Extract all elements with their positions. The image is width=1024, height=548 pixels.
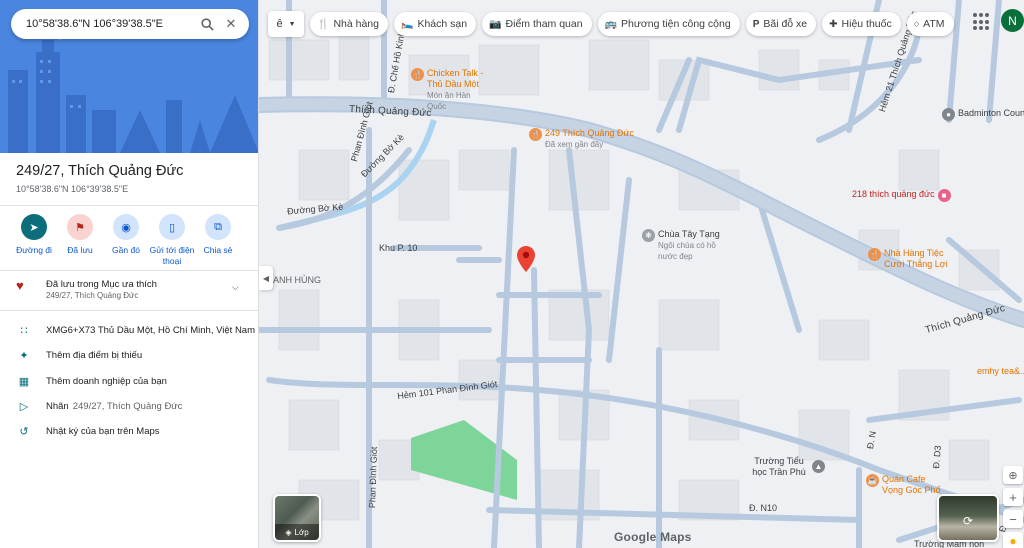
share-icon: ⧉ bbox=[205, 214, 231, 240]
add-business-row[interactable]: ▦ Thêm doanh nghiệp của bạn bbox=[0, 370, 258, 392]
divider bbox=[0, 270, 258, 271]
temple-icon: ❋ bbox=[642, 229, 655, 242]
saved-list-row[interactable]: ♥ Đã lưu trong Mục ưa thích 249/27, Thíc… bbox=[0, 276, 258, 304]
chevron-left-icon: ◀ bbox=[262, 273, 270, 283]
chip-attractions[interactable]: 📷 Điểm tham quan bbox=[482, 12, 592, 36]
zoom-out-button[interactable]: − bbox=[1003, 510, 1023, 528]
google-apps-icon[interactable] bbox=[973, 13, 991, 31]
directions-icon: ➤ bbox=[21, 214, 47, 240]
label-row[interactable]: ▷ Nhãn 249/27, Thích Quảng Đức bbox=[0, 395, 258, 417]
collapse-panel-button[interactable]: ◀ bbox=[259, 266, 273, 290]
search-input[interactable] bbox=[26, 18, 195, 30]
place-panel: ✕ 249/27, Thích Quảng Đức 10°58'38.6"N 1… bbox=[0, 0, 259, 548]
label-icon: ▷ bbox=[19, 400, 29, 413]
bookmark-icon: ⚑ bbox=[67, 214, 93, 240]
restaurant-icon: 🍴 bbox=[868, 248, 881, 261]
restaurant-icon: 🍴 bbox=[529, 128, 542, 141]
avatar[interactable]: N bbox=[1001, 9, 1024, 32]
add-missing-place-row[interactable]: ✦ Thêm địa điểm bị thiếu bbox=[0, 344, 258, 366]
category-chip-bar: ê ▼ 🍴 Nhà hàng 🛌 Khách sạn 📷 Điểm tham q… bbox=[268, 11, 954, 37]
parking-icon: P bbox=[752, 18, 760, 30]
road-label: Khu P. 10 bbox=[379, 243, 418, 253]
poi-249-thich-quang-duc[interactable]: 🍴 249 Thích Quảng Đức Đã xem gần đây bbox=[529, 128, 634, 150]
chip-transit[interactable]: 🚌 Phương tiện công cộng bbox=[597, 12, 740, 36]
restaurant-icon: 🍴 bbox=[317, 18, 330, 30]
caret-down-icon: ▼ bbox=[288, 20, 296, 28]
share-button[interactable]: ⧉ Chia sẻ bbox=[195, 214, 241, 267]
nearby-button[interactable]: ◉ Gần đó bbox=[103, 214, 149, 267]
minus-icon: − bbox=[1009, 511, 1017, 527]
divider bbox=[0, 310, 258, 311]
chip-restaurants[interactable]: 🍴 Nhà hàng bbox=[310, 12, 388, 36]
poi-quan-cafe[interactable]: ☕ Quán Cafe Vọng Góc Phố bbox=[866, 474, 942, 496]
plus-icon: + bbox=[1009, 489, 1017, 505]
history-icon: ↺ bbox=[19, 425, 29, 438]
action-buttons: ➤ Đường đi ⚑ Đã lưu ◉ Gần đó ▯ Gửi tới đ… bbox=[11, 214, 241, 267]
pharmacy-icon: ✚ bbox=[829, 18, 838, 30]
place-coordinates: 10°58'38.6"N 106°39'38.5"E bbox=[16, 184, 129, 194]
road-label: Đ. N10 bbox=[749, 503, 778, 513]
street-view-icon: ⟳ bbox=[963, 514, 974, 528]
layers-button[interactable]: ◈ Lớp bbox=[273, 494, 321, 542]
plus-code-icon: ∷ bbox=[20, 324, 28, 337]
poi-anh-hung[interactable]: ANH HÙNG bbox=[273, 275, 321, 286]
close-icon[interactable]: ✕ bbox=[219, 12, 243, 36]
poi-emhy[interactable]: emhy tea&... bbox=[977, 366, 1024, 377]
send-to-phone-button[interactable]: ▯ Gửi tới điện thoại bbox=[149, 214, 195, 267]
maps-history-row[interactable]: ↺ Nhật ký của bạn trên Maps bbox=[0, 420, 258, 442]
poi-chua-tay-tang[interactable]: ❋ Chùa Tây Tạng Ngôi chùa có hồ nước đẹp bbox=[642, 229, 728, 262]
transit-icon: 🚌 bbox=[604, 18, 618, 30]
camera-icon: 📷 bbox=[489, 18, 502, 30]
input-tools-button[interactable]: ê ▼ bbox=[268, 11, 304, 37]
maps-app: Thích Quảng Đức Thích Quảng Đức Phan Đìn… bbox=[0, 0, 1024, 548]
chip-parking[interactable]: P Bãi đỗ xe bbox=[745, 12, 817, 36]
google-maps-logo: Google Maps bbox=[614, 530, 692, 544]
street-view-preview[interactable]: ⟳ bbox=[937, 494, 999, 542]
add-place-icon: ✦ bbox=[19, 349, 29, 362]
poi-badminton-court[interactable]: ● Badminton Court bbox=[942, 108, 1024, 121]
location-pin-icon[interactable] bbox=[517, 246, 535, 272]
add-business-icon: ▦ bbox=[18, 375, 30, 388]
my-location-button[interactable]: ⊕ bbox=[1003, 466, 1023, 484]
poi-chicken-talk[interactable]: 🍴 Chicken Talk - Thủ Dầu Một Món ăn Hàn … bbox=[411, 68, 487, 112]
search-box[interactable]: ✕ bbox=[11, 9, 249, 39]
saved-button[interactable]: ⚑ Đã lưu bbox=[57, 214, 103, 267]
chip-hotels[interactable]: 🛌 Khách sạn bbox=[394, 12, 477, 36]
poi-nha-hang-tiec-cuoi[interactable]: 🍴 Nhà Hàng Tiệc Cưới Thắng Lợi bbox=[868, 248, 964, 270]
poi-218-thich-quang-duc[interactable]: 218 thích quảng đức ■ bbox=[852, 189, 951, 202]
search-icon[interactable] bbox=[195, 12, 219, 36]
cafe-icon: ☕ bbox=[866, 474, 879, 487]
school-icon: ▲ bbox=[812, 460, 825, 473]
shop-icon: ■ bbox=[937, 189, 951, 202]
nearby-icon: ◉ bbox=[113, 214, 139, 240]
location-icon: ● bbox=[942, 108, 955, 121]
map-canvas[interactable]: Thích Quảng Đức Thích Quảng Đức Phan Đìn… bbox=[259, 0, 1024, 548]
atm-icon: ◇ bbox=[913, 21, 920, 28]
pegman-button[interactable]: ● bbox=[1003, 532, 1023, 548]
chip-pharmacy[interactable]: ✚ Hiệu thuốc bbox=[822, 12, 901, 36]
road-label: Phan Đình Giót bbox=[367, 446, 380, 509]
road-label: Đ. D3 bbox=[931, 445, 943, 469]
divider bbox=[0, 205, 258, 206]
poi-truong-tieu-hoc[interactable]: Trường Tiểu học Trần Phú ▲ bbox=[749, 456, 825, 478]
chip-atm[interactable]: ◇ ATM bbox=[906, 12, 954, 36]
map-controls: ⊕ + − ● bbox=[1003, 466, 1023, 548]
restaurant-icon: 🍴 bbox=[411, 68, 424, 81]
pegman-icon: ● bbox=[1009, 534, 1017, 548]
zoom-in-button[interactable]: + bbox=[1003, 488, 1023, 506]
crosshair-icon: ⊕ bbox=[1008, 469, 1018, 482]
heart-icon: ♥ bbox=[16, 278, 24, 293]
place-title: 249/27, Thích Quảng Đức bbox=[16, 163, 184, 179]
directions-button[interactable]: ➤ Đường đi bbox=[11, 214, 57, 267]
hotel-icon: 🛌 bbox=[401, 18, 414, 30]
chevron-down-icon[interactable]: ⌵ bbox=[232, 282, 239, 293]
phone-icon: ▯ bbox=[159, 214, 185, 240]
layers-icon: ◈ bbox=[285, 527, 292, 537]
plus-code-row[interactable]: ∷ XMG6+X73 Thủ Dầu Một, Hồ Chí Minh, Việ… bbox=[0, 319, 258, 341]
